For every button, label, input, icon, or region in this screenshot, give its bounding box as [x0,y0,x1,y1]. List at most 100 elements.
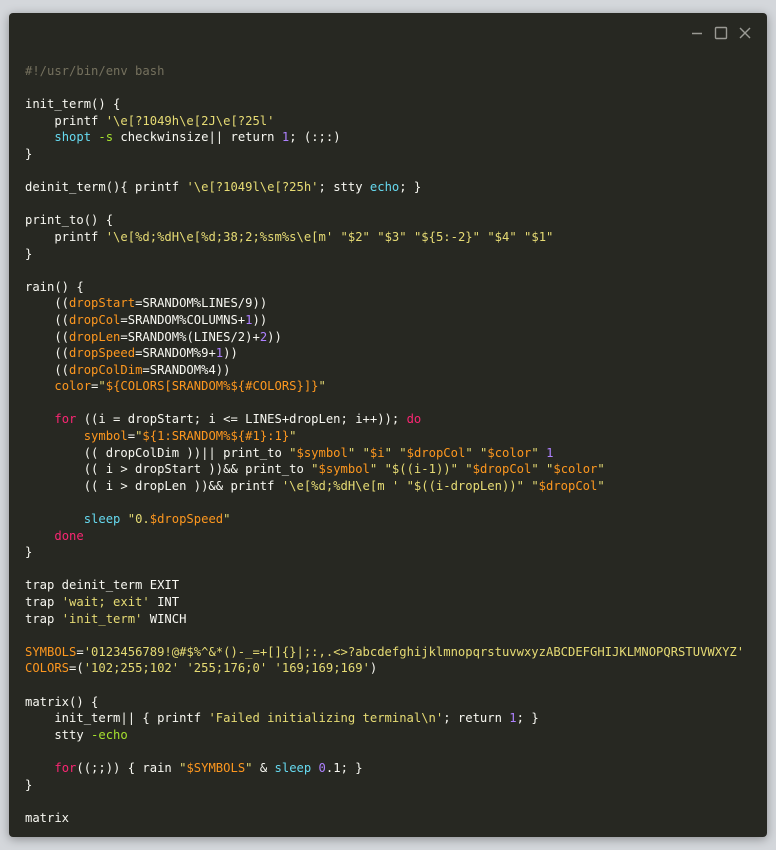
code-token-default [311,761,318,775]
code-token-string: '102;255;102' [83,661,180,676]
code-line: ((dropSpeed=SRANDOM%9+1)) [25,345,767,362]
code-token-string: " [98,379,106,394]
code-token-keyword: for [54,760,77,775]
code-token-default: trap deinit_term EXIT [25,578,180,593]
code-token-default: (( i > dropLen ))&& printf [25,478,282,493]
code-token-var: dropCol [69,312,121,327]
code-token-default: (( [25,346,70,361]
code-token-string: "$3" [377,229,407,244]
code-token-string: 'Failed initializing terminal\n' [208,711,444,726]
code-token-default: )) [252,312,268,327]
code-token-builtin: echo [369,180,400,195]
maximize-button[interactable] [713,25,729,41]
code-line: printf '\e[%d;%dH\e[%d;38;2;%sm%s\e[m' "… [25,229,767,246]
code-token-flag: -s [98,130,114,145]
code-token-var: $dropCol [406,445,466,460]
code-token-var: COLORS [25,661,70,676]
code-line: for((;;)) { rain "$SYMBOLS" & sleep 0.1;… [25,760,767,777]
code-token-default: ((i = dropStart; i <= LINES+dropLen; i++… [76,412,407,427]
code-line: init_term() { [25,96,767,113]
code-token-default [120,512,127,526]
code-editor[interactable]: #!/usr/bin/env bash init_term() { printf … [25,63,767,826]
code-token-string: 'wait; exit' [61,595,150,609]
code-token-builtin: shopt [54,130,92,145]
code-token-string: '\e[%d;%dH\e[%d;38;2;%sm%s\e[m' [105,229,334,244]
close-button[interactable] [737,25,753,41]
code-token-string: " [597,478,605,493]
code-token-string: " [289,445,297,460]
code-token-default [25,512,84,526]
code-token-var: dropColDim [69,362,143,377]
code-token-default: deinit_term(){ printf [25,180,187,195]
code-token-default: ; } [516,711,539,726]
code-token-default: .1; } [325,760,363,775]
code-token-builtin: sleep [274,760,312,775]
code-token-default: trap [25,611,62,626]
code-token-default [517,230,524,244]
code-token-default: ; return [443,711,510,726]
code-token-default: )) [267,329,282,344]
code-token-default: matrix [25,810,70,825]
code-token-var: color [54,379,92,394]
code-token-number: 1 [509,711,517,726]
code-token-default [25,761,54,775]
code-token-default: =SRANDOM%COLUMNS+ [120,312,246,327]
code-line: trap deinit_term EXIT [25,577,767,594]
code-token-default: trap [25,595,62,609]
code-token-string: " [399,445,407,460]
minimize-button[interactable] [689,25,705,41]
code-line: (( i > dropStart ))&& print_to "$symbol"… [25,461,767,478]
code-token-string: " [531,462,539,477]
code-token-default: (( [25,296,70,311]
code-token-default: rain() { [25,279,84,294]
code-token-default: = [76,644,84,659]
code-token-default [25,529,54,543]
code-line: SYMBOLS='0123456789!@#$%^&*()-_=+[]{}|;:… [25,644,767,661]
code-token-default: printf [25,113,106,128]
code-token-string: " [245,760,253,775]
code-token-default: =SRANDOM%(LINES/2)+ [120,329,260,344]
code-token-default [399,479,406,493]
code-token-default [355,446,362,460]
code-token-number: 0 [318,760,326,775]
code-token-default: & [252,760,275,775]
code-token-default [539,462,546,476]
code-line: sleep "0.$dropSpeed" [25,511,767,528]
code-token-default: } [25,777,33,792]
code-token-string: " [223,512,231,527]
code-line: (( dropColDim ))|| print_to "$symbol" "$… [25,445,767,462]
code-token-var: ${1:SRANDOM%${#1}:1} [142,429,290,444]
code-line: symbol="${1:SRANDOM%${#1}:1}" [25,428,767,445]
code-token-default: =SRANDOM%9+ [135,346,216,361]
code-token-default [25,429,84,443]
code-token-var: ${COLORS[SRANDOM%${#COLORS}]} [105,379,319,394]
code-line: COLORS=('102;255;102' '255;176;0' '169;1… [25,660,767,677]
code-token-default: (( dropColDim ))|| print_to [25,445,290,460]
code-token-default: init_term() { [25,97,121,112]
window-controls [689,25,753,43]
code-token-default: } [25,146,33,161]
code-token-var: dropLen [69,329,121,344]
code-line: ((dropStart=SRANDOM%LINES/9)) [25,295,767,312]
code-line: trap 'init_term' WINCH [25,611,767,628]
code-line: for ((i = dropStart; i <= LINES+dropLen;… [25,411,767,428]
code-token-default: init_term|| { printf [25,711,209,726]
code-token-string: '0123456789!@#$%^&*()-_=+[]{}|;:,.<>?abc… [83,644,745,659]
code-token-default: WINCH [142,611,187,626]
code-token-string: '169;169;169' [274,661,370,676]
code-token-keyword: for [54,412,77,427]
code-line: rain() { [25,279,767,296]
code-token-default: (( [25,329,70,344]
code-token-var: $dropCol [538,478,598,493]
code-token-default: ; } [399,180,422,195]
close-icon [739,27,751,39]
